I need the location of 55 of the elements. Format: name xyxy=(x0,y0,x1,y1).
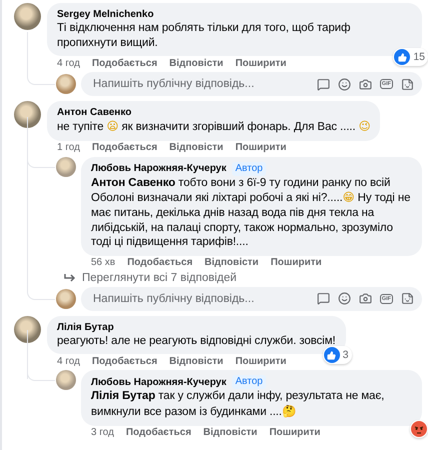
comment-time[interactable]: 1 год xyxy=(57,142,80,154)
sticker-icon[interactable] xyxy=(401,292,414,306)
emoji-icon[interactable] xyxy=(338,292,351,306)
comment-time[interactable]: 56 хв xyxy=(91,257,116,268)
like-reaction-icon xyxy=(324,347,340,364)
comment-text: реагують! але не реагують відповідні служби. зовсім! xyxy=(57,334,336,348)
comment-action-link[interactable]: Відповісти xyxy=(169,142,224,154)
reaction-count: 3 xyxy=(342,349,349,362)
comment-action-link[interactable]: Поширити xyxy=(235,356,286,367)
author-name[interactable]: Sergey Melnichenko xyxy=(57,8,154,21)
comment-text: Ті відключення нам роблять тільки для того, щоб тариф пропихнути вищий. xyxy=(57,21,352,50)
comment-action-link[interactable]: Поширити xyxy=(235,58,286,69)
reply-arrow-icon xyxy=(64,272,76,283)
author-name[interactable]: Любовь Нарожняя-Кучерук xyxy=(91,376,226,389)
sticker-icon[interactable] xyxy=(401,78,414,91)
comment-action-link[interactable]: Відповісти xyxy=(203,427,258,438)
author-name[interactable]: Лілія Бутар xyxy=(57,320,114,334)
avatar[interactable] xyxy=(56,288,76,309)
comment-action-link[interactable]: Подобається xyxy=(92,58,158,69)
comment-action-link[interactable]: Подобається xyxy=(92,142,158,154)
author-badge: Автор xyxy=(232,162,266,176)
comment-action-link[interactable]: Відповісти xyxy=(169,58,224,69)
reaction-badge[interactable]: 3 xyxy=(322,346,352,364)
avatar[interactable] xyxy=(56,74,76,94)
comment-action-link[interactable]: Поширити xyxy=(235,142,286,154)
comment-action-link[interactable]: Поширити xyxy=(269,427,320,438)
reaction-badge[interactable] xyxy=(410,420,428,438)
comment-action-link[interactable]: Подобається xyxy=(127,257,193,268)
comment-text: Лілія Бутар так у служби дали інфу, результата не має, вимкнули все разом із будинками ....🤔 xyxy=(91,389,386,420)
angry-reaction-icon xyxy=(411,420,427,437)
comment-text: Антон Савенко тобто вони з 6ї-9 ту години ранку по всій Оболоні визначали які ліхтарі робочі а які ні?.....😁 Ну тоді не має питань, декілька днів назад вода пів дня текла на либідській, на палаці спорту, також нормально, зрозуміло тоді ці підвищення тарифів!.... xyxy=(91,176,412,250)
comment-action-link[interactable]: Відповісти xyxy=(169,356,224,367)
reaction-count: 15 xyxy=(413,51,425,64)
comment-action-link[interactable]: Подобається xyxy=(92,356,158,367)
camera-icon[interactable] xyxy=(358,292,372,306)
reaction-badge[interactable]: 15 xyxy=(393,48,428,66)
avatar[interactable] xyxy=(14,316,41,343)
comment-action-link[interactable]: Відповісти xyxy=(204,257,259,268)
emoji-icon[interactable] xyxy=(338,78,351,91)
comment-time[interactable]: 3 год xyxy=(91,427,114,438)
view-replies-link[interactable]: Переглянути всі 7 відповідей xyxy=(56,272,422,284)
author-badge: Автор xyxy=(232,375,266,390)
comment-time[interactable]: 4 год xyxy=(57,58,80,69)
avatar[interactable] xyxy=(14,3,41,30)
like-reaction-icon xyxy=(394,49,410,66)
comment-action-link[interactable]: Подобається xyxy=(126,427,192,438)
avatar[interactable] xyxy=(14,101,41,128)
comment-action-link[interactable]: Поширити xyxy=(270,257,322,268)
comment-text: не тупіте 😦 як визначити згорівший фонарь. Для Вас ..... 😉 xyxy=(57,119,370,135)
avatar[interactable] xyxy=(56,156,76,177)
author-name[interactable]: Антон Савенко xyxy=(57,106,132,120)
author-name[interactable]: Любовь Нарожняя-Кучерук xyxy=(91,162,226,176)
comment-time[interactable]: 4 год xyxy=(57,356,80,367)
camera-icon[interactable] xyxy=(358,78,372,91)
avatar[interactable] xyxy=(56,370,76,390)
